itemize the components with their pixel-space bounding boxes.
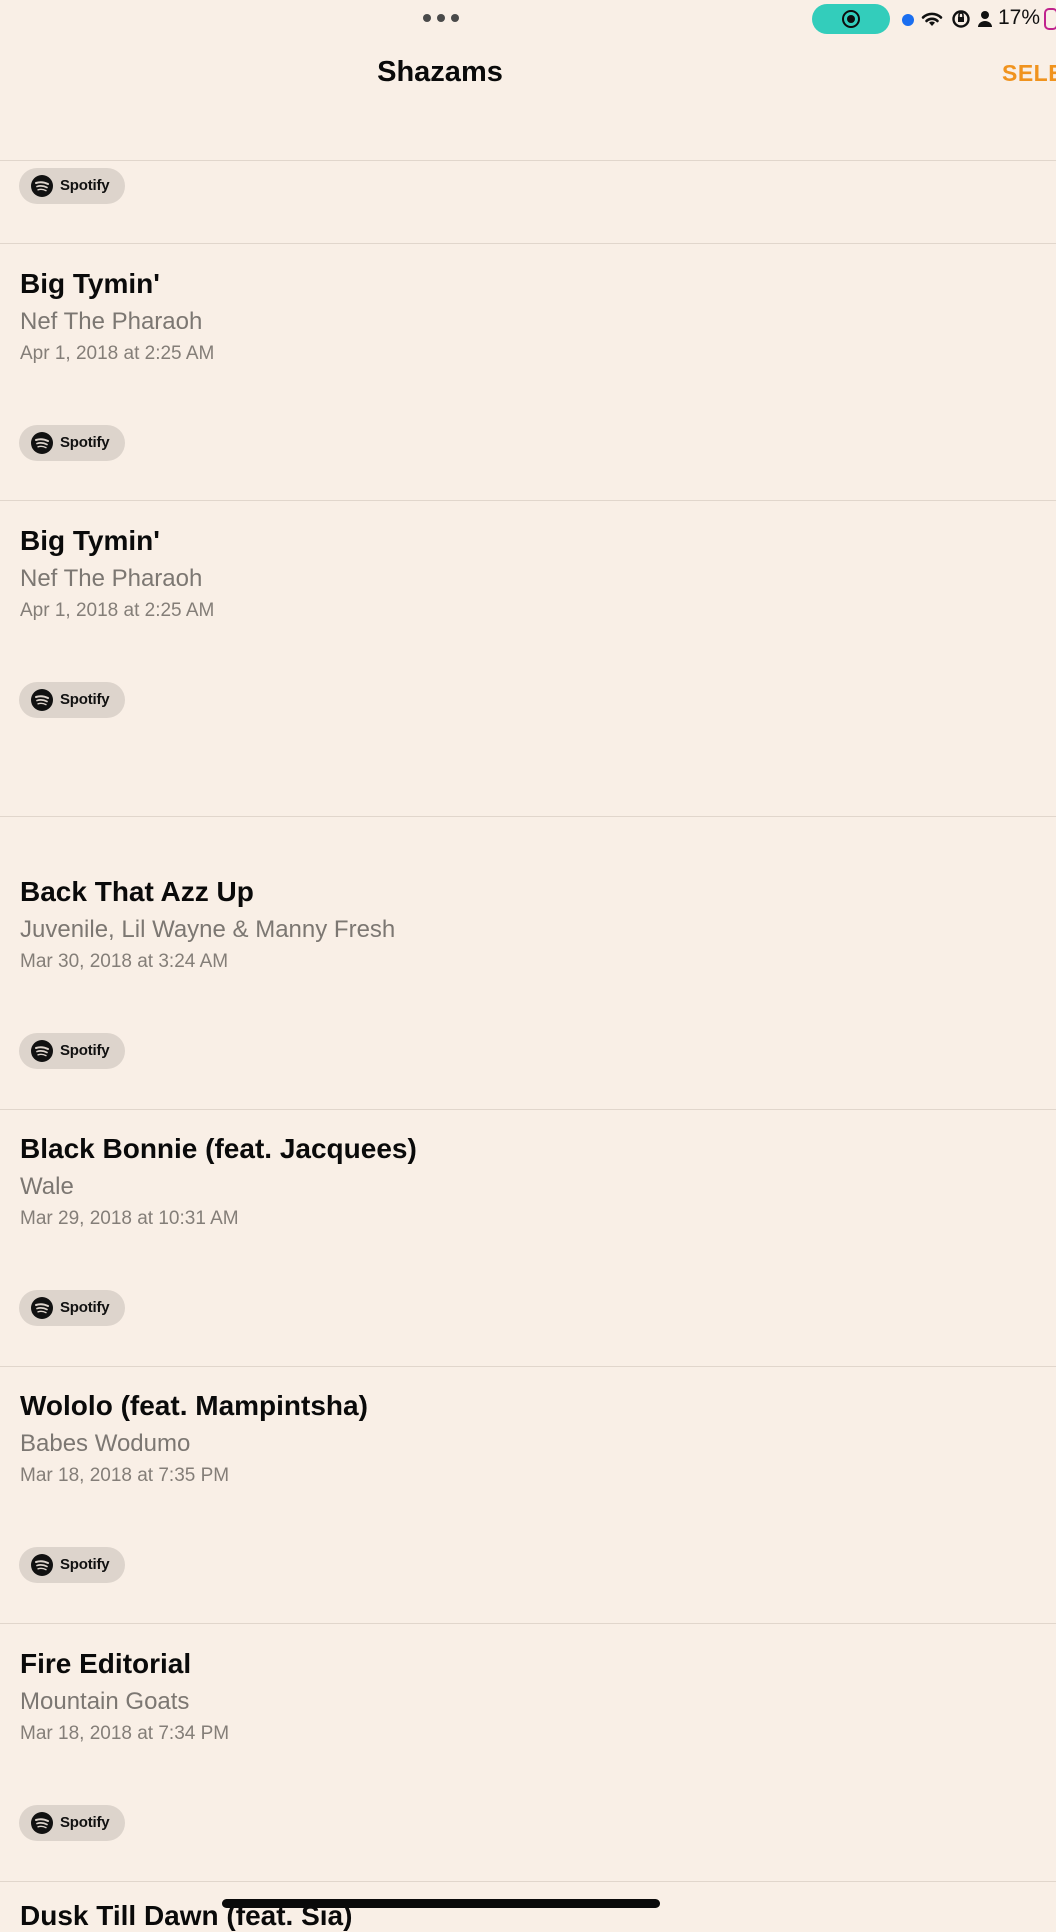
spotify-button[interactable]: Spotify: [19, 1033, 125, 1069]
spotify-icon: [31, 689, 53, 711]
spotify-button[interactable]: Spotify: [19, 1290, 125, 1326]
wifi-icon: [921, 12, 943, 26]
orientation-lock-icon: [952, 10, 970, 28]
battery-icon: [1044, 8, 1056, 30]
divider: [0, 1881, 1056, 1882]
divider: [0, 1623, 1056, 1624]
song-title: Back That Azz Up: [20, 876, 254, 907]
spotify-icon: [31, 432, 53, 454]
song-title: Big Tymin': [20, 525, 160, 556]
divider: [0, 160, 1056, 161]
divider: [0, 1366, 1056, 1367]
person-icon: [978, 11, 992, 27]
divider: [0, 1109, 1056, 1110]
page-title: Shazams: [377, 56, 503, 88]
spotify-button[interactable]: Spotify: [19, 1547, 125, 1583]
shazam-date: Mar 18, 2018 at 7:35 PM: [20, 1465, 230, 1486]
song-artist: Nef The Pharaoh: [20, 308, 203, 335]
shazam-date: Mar 29, 2018 at 10:31 AM: [20, 1208, 239, 1229]
battery-percentage: 17%: [998, 6, 1041, 29]
shazam-date: Apr 1, 2018 at 2:25 AM: [20, 343, 215, 364]
divider: [0, 500, 1056, 501]
home-indicator[interactable]: [222, 1899, 660, 1908]
spotify-icon: [31, 1812, 53, 1834]
spotify-label: Spotify: [60, 691, 110, 708]
shazam-date: Mar 30, 2018 at 3:24 AM: [20, 951, 229, 972]
spotify-label: Spotify: [60, 1814, 110, 1831]
spotify-label: Spotify: [60, 1299, 110, 1316]
status-bar: 17%: [0, 0, 1056, 40]
shazam-date: Apr 1, 2018 at 2:25 AM: [20, 600, 215, 621]
song-artist: Wale: [20, 1173, 74, 1200]
song-artist: Babes Wodumo: [20, 1430, 191, 1457]
spotify-label: Spotify: [60, 1556, 110, 1573]
record-icon: [842, 10, 860, 28]
multitasking-dots-icon[interactable]: [423, 14, 459, 22]
song-title: Black Bonnie (feat. Jacquees): [20, 1133, 417, 1164]
song-title: Wololo (feat. Mampintsha): [20, 1390, 368, 1421]
spotify-label: Spotify: [60, 434, 110, 451]
song-artist: Mountain Goats: [20, 1688, 190, 1715]
shazam-date: Mar 18, 2018 at 7:34 PM: [20, 1723, 230, 1744]
select-button[interactable]: SELECT: [1002, 60, 1056, 87]
song-title: Fire Editorial: [20, 1648, 192, 1679]
spotify-button[interactable]: Spotify: [19, 682, 125, 718]
spotify-button[interactable]: Spotify: [19, 425, 125, 461]
spotify-button[interactable]: Spotify: [19, 168, 125, 204]
spotify-icon: [31, 175, 53, 197]
spotify-icon: [31, 1554, 53, 1576]
divider: [0, 243, 1056, 244]
spotify-label: Spotify: [60, 1042, 110, 1059]
song-title: Big Tymin': [20, 268, 160, 299]
spotify-icon: [31, 1040, 53, 1062]
song-artist: Nef The Pharaoh: [20, 565, 203, 592]
section-divider: [0, 816, 1056, 817]
microphone-indicator-dot: [902, 14, 914, 26]
spotify-label: Spotify: [60, 177, 110, 194]
song-artist: Juvenile, Lil Wayne & Manny Fresh: [20, 916, 396, 943]
screen-recording-indicator[interactable]: [812, 4, 890, 34]
spotify-icon: [31, 1297, 53, 1319]
spotify-button[interactable]: Spotify: [19, 1805, 125, 1841]
